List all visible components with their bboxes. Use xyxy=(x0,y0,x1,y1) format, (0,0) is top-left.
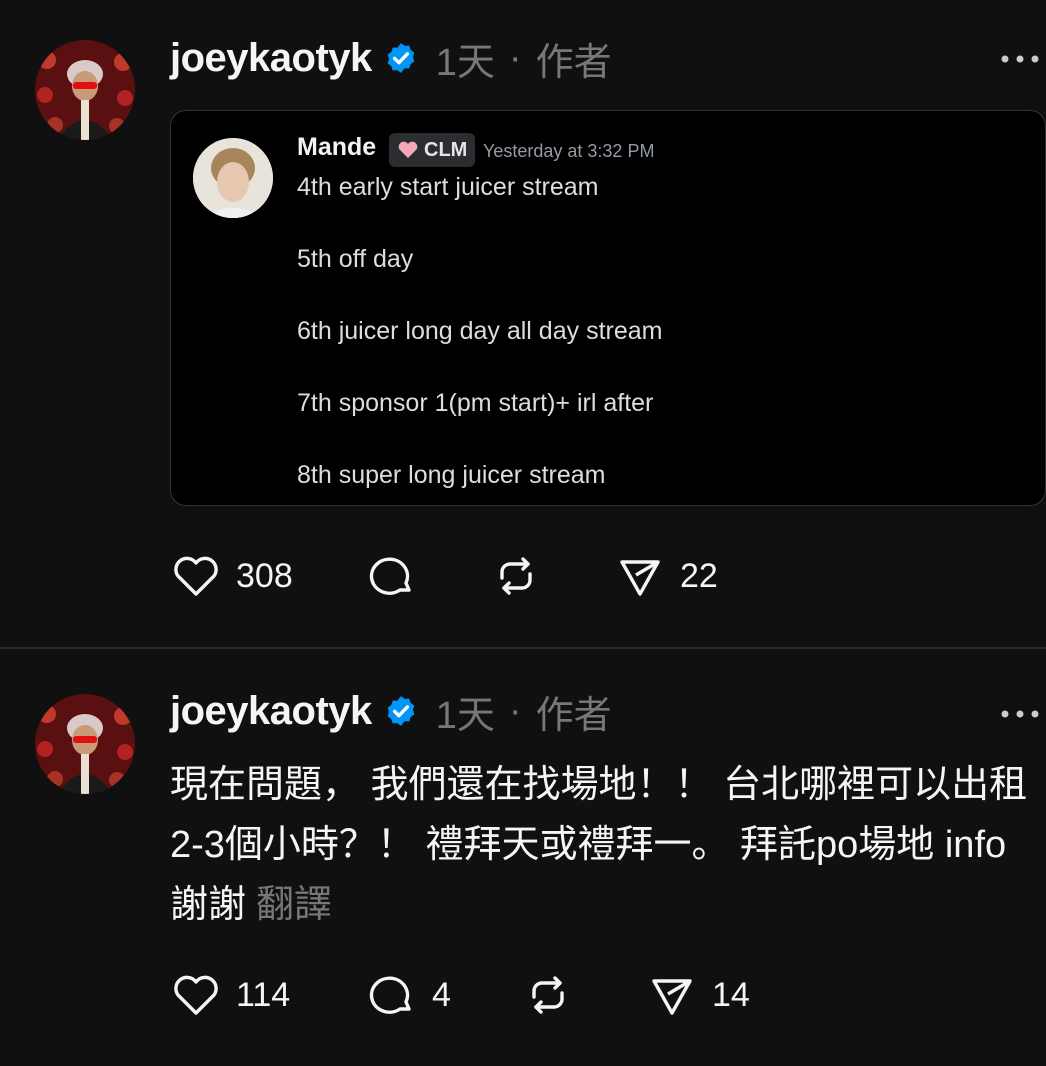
embed-message-line: 6th juicer long day all day stream xyxy=(297,317,663,345)
reply-button[interactable]: 4 xyxy=(366,969,522,1021)
send-icon xyxy=(652,979,692,1015)
separator: · xyxy=(508,36,522,79)
heart-icon xyxy=(174,556,218,596)
like-button[interactable]: 114 xyxy=(170,969,366,1021)
post-header: joeykaotyk 1天 · 作者 xyxy=(170,683,612,739)
embed-message-line: 5th off day xyxy=(297,245,414,273)
embed-author-name: Mande xyxy=(297,133,377,161)
embedded-screenshot[interactable]: Mande CLM Yesterday at 3:32 PM 4th early… xyxy=(170,110,1046,506)
share-button[interactable]: 22 xyxy=(614,550,718,602)
embed-message-line: 7th sponsor 1(pm start)+ irl after xyxy=(297,389,654,417)
repost-button[interactable] xyxy=(490,550,614,602)
comment-icon xyxy=(369,976,411,1014)
verified-badge-icon xyxy=(387,43,415,73)
post-actions: 308 22 xyxy=(170,550,718,602)
post-time: 1天 xyxy=(435,694,495,737)
separator: · xyxy=(508,689,522,732)
verified-badge-icon xyxy=(387,696,415,726)
more-icon[interactable] xyxy=(1000,53,1040,65)
post-actions: 114 4 14 xyxy=(170,969,750,1021)
like-count: 114 xyxy=(236,975,291,1014)
like-button[interactable]: 308 xyxy=(170,550,366,602)
comment-icon xyxy=(369,557,411,595)
heart-icon xyxy=(174,975,218,1015)
embed-message-line: 8th super long juicer stream xyxy=(297,461,606,489)
share-count: 14 xyxy=(712,975,750,1014)
more-icon[interactable] xyxy=(1000,708,1040,720)
reply-button[interactable] xyxy=(366,550,490,602)
share-count: 22 xyxy=(680,556,718,595)
post-header: joeykaotyk 1天 · 作者 xyxy=(170,30,612,86)
pink-heart-icon xyxy=(398,141,418,158)
post-body: 現在問題， 我們還在找場地！！ 台北哪裡可以出租2-3個小時？！ 禮拜天或禮拜一… xyxy=(170,755,1040,935)
embed-timestamp: Yesterday at 3:32 PM xyxy=(483,141,655,161)
author-label: 作者 xyxy=(535,694,612,737)
like-count: 308 xyxy=(236,556,293,595)
reply-count: 4 xyxy=(432,975,451,1014)
username[interactable]: joeykaotyk xyxy=(170,689,372,734)
post-time: 1天 xyxy=(435,41,495,84)
embed-avatar xyxy=(193,138,273,218)
avatar[interactable] xyxy=(35,40,135,140)
embed-role-badge: CLM xyxy=(389,133,476,167)
share-button[interactable]: 14 xyxy=(646,969,750,1021)
translate-link[interactable]: 翻譯 xyxy=(256,884,332,926)
repost-icon xyxy=(532,976,564,1014)
repost-icon xyxy=(500,557,532,595)
send-icon xyxy=(620,560,660,596)
author-label: 作者 xyxy=(535,41,612,84)
thread-post: joeykaotyk 1天 · 作者 現在問題， 我們還在找場地！！ 台北哪裡可… xyxy=(0,649,1046,1066)
repost-button[interactable] xyxy=(522,969,646,1021)
thread-post: joeykaotyk 1天 · 作者 Mande CLM Yesterday a… xyxy=(0,0,1046,648)
avatar[interactable] xyxy=(35,694,135,794)
username[interactable]: joeykaotyk xyxy=(170,36,372,81)
embed-message-line: 4th early start juicer stream xyxy=(297,173,599,201)
